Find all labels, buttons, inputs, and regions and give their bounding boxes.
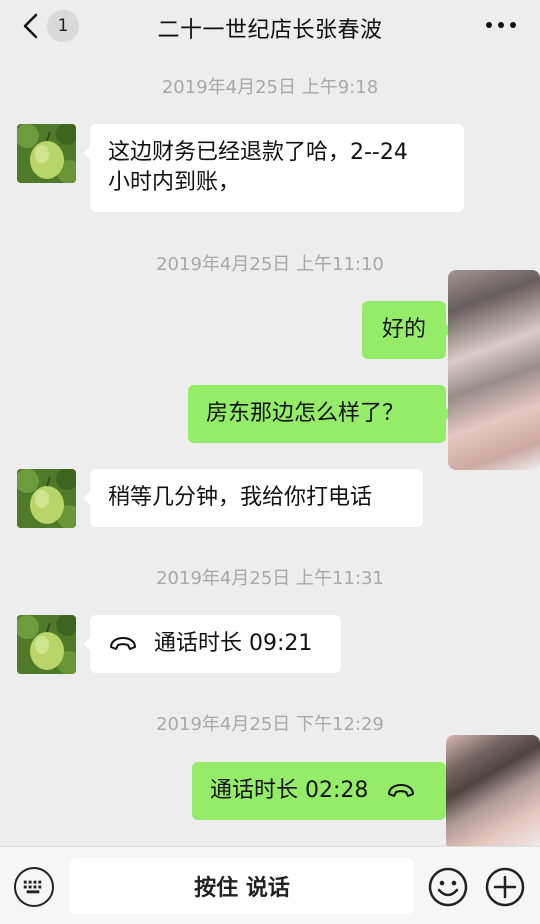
redacted-avatar bbox=[446, 735, 540, 850]
phone-handset-icon bbox=[110, 637, 136, 650]
message-text: 房东那边怎么样了？ bbox=[206, 401, 405, 426]
message-text: 稍等几分钟，我给你打电话 bbox=[108, 485, 373, 510]
contact-avatar[interactable] bbox=[17, 615, 76, 674]
incoming-call-record-bubble[interactable]: 通话时长 09:21 bbox=[83, 615, 341, 673]
plus-icon[interactable] bbox=[485, 867, 525, 907]
message-text: 这边财务已经退款了哈，2--24 小时内到账， bbox=[108, 140, 408, 195]
call-duration-text: 通话时长 09:21 bbox=[154, 631, 313, 656]
more-dots-icon[interactable] bbox=[486, 15, 516, 35]
redacted-avatar bbox=[448, 270, 540, 470]
contact-avatar[interactable] bbox=[17, 124, 76, 183]
phone-handset-icon bbox=[388, 784, 415, 797]
outgoing-call-record-bubble[interactable]: 通话时长 02:28 bbox=[192, 762, 453, 820]
incoming-message-bubble[interactable]: 稍等几分钟，我给你打电话 bbox=[83, 469, 423, 527]
outgoing-message-bubble[interactable]: 房东那边怎么样了？ bbox=[188, 385, 453, 443]
hold-to-talk-button[interactable]: 按住 说话 bbox=[70, 858, 414, 914]
emoji-icon[interactable] bbox=[428, 867, 468, 907]
chat-title: 二十一世纪店长张春波 bbox=[157, 18, 383, 43]
keyboard-icon[interactable] bbox=[14, 867, 54, 907]
contact-avatar[interactable] bbox=[17, 469, 76, 528]
message-timestamp: 2019年4月25日 下午12:29 bbox=[156, 714, 384, 735]
message-text: 好的 bbox=[381, 317, 426, 342]
input-bar: 按住 说话 bbox=[0, 846, 540, 924]
message-timestamp: 2019年4月25日 上午9:18 bbox=[161, 77, 379, 98]
incoming-message-bubble[interactable]: 这边财务已经退款了哈，2--24 小时内到账， bbox=[83, 124, 464, 212]
call-duration-text: 通话时长 02:28 bbox=[210, 778, 369, 803]
outgoing-message-bubble[interactable]: 好的 bbox=[362, 301, 453, 359]
message-timestamp: 2019年4月25日 上午11:31 bbox=[156, 568, 384, 589]
chat-header: 1 二十一世纪店长张春波 bbox=[0, 0, 540, 52]
